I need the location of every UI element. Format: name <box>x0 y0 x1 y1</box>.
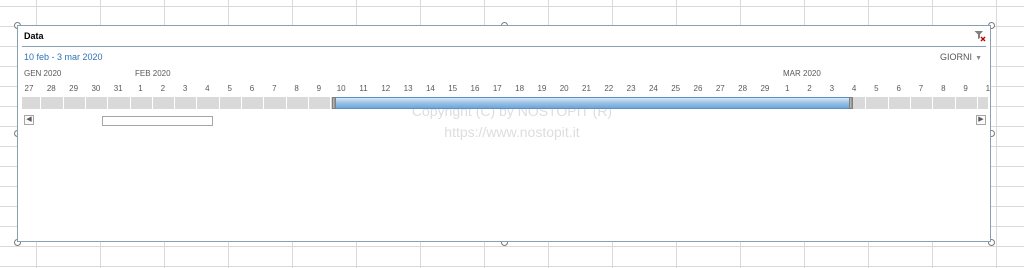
day-label: 2 <box>160 84 166 93</box>
day-label: 14 <box>425 84 435 93</box>
day-label: 8 <box>294 84 299 93</box>
day-label: 13 <box>403 84 413 93</box>
day-label: 7 <box>918 84 924 93</box>
day-label: 30 <box>91 84 101 93</box>
day-label: 12 <box>381 84 391 93</box>
day-label: 21 <box>582 84 591 93</box>
day-label: 5 <box>874 84 879 93</box>
day-label: 27 <box>24 84 34 93</box>
day-label: 4 <box>851 84 857 93</box>
day-label: 20 <box>559 84 569 93</box>
day-label: 17 <box>492 84 502 93</box>
day-label: 9 <box>316 84 322 93</box>
timeline-title: Data <box>24 31 44 41</box>
day-label: 23 <box>626 84 636 93</box>
chevron-down-icon: ▼ <box>975 55 982 62</box>
day-label: 10 <box>336 84 346 93</box>
day-label: 8 <box>941 84 946 93</box>
day-label: 7 <box>272 84 277 93</box>
header-divider <box>22 46 986 47</box>
day-label: 3 <box>829 84 835 93</box>
day-label: 28 <box>738 84 748 93</box>
day-label: 28 <box>46 84 56 93</box>
day-label: 9 <box>963 84 968 93</box>
time-level-dropdown[interactable]: GIORNI ▼ <box>940 52 982 62</box>
day-label: 18 <box>515 84 525 93</box>
month-label-mar: MAR 2020 <box>783 69 821 78</box>
watermark-line-1: Copyright (C) by NOSTOPIT (R) <box>411 103 613 119</box>
day-label: 29 <box>760 84 770 93</box>
day-label: 16 <box>470 84 480 93</box>
day-label: 3 <box>182 84 188 93</box>
day-label: 19 <box>537 84 547 93</box>
day-label: 24 <box>648 84 658 93</box>
selected-range-label: 10 feb - 3 mar 2020 <box>24 52 103 62</box>
day-label: 31 <box>113 84 123 93</box>
time-level-label: GIORNI <box>940 52 973 62</box>
filter-clear-icon[interactable] <box>974 29 986 42</box>
day-label: 1 <box>985 84 991 93</box>
month-label-jan: GEN 2020 <box>24 69 62 78</box>
day-label: 1 <box>138 84 143 93</box>
day-label: 25 <box>671 84 681 93</box>
day-label: 2 <box>807 84 812 93</box>
day-label: 6 <box>896 84 901 93</box>
watermark-line-2: https://www.nostopit.it <box>444 124 580 140</box>
day-label: 29 <box>69 84 79 93</box>
day-label: 5 <box>227 84 232 93</box>
day-label: 27 <box>715 84 725 93</box>
day-label: 6 <box>249 84 255 93</box>
day-label: 4 <box>205 84 210 93</box>
day-label: 15 <box>448 84 458 93</box>
day-label: 26 <box>693 84 703 93</box>
month-label-feb: FEB 2020 <box>135 69 171 78</box>
day-label: 22 <box>604 84 614 93</box>
day-label: 1 <box>784 84 790 93</box>
day-label: 11 <box>359 84 368 93</box>
